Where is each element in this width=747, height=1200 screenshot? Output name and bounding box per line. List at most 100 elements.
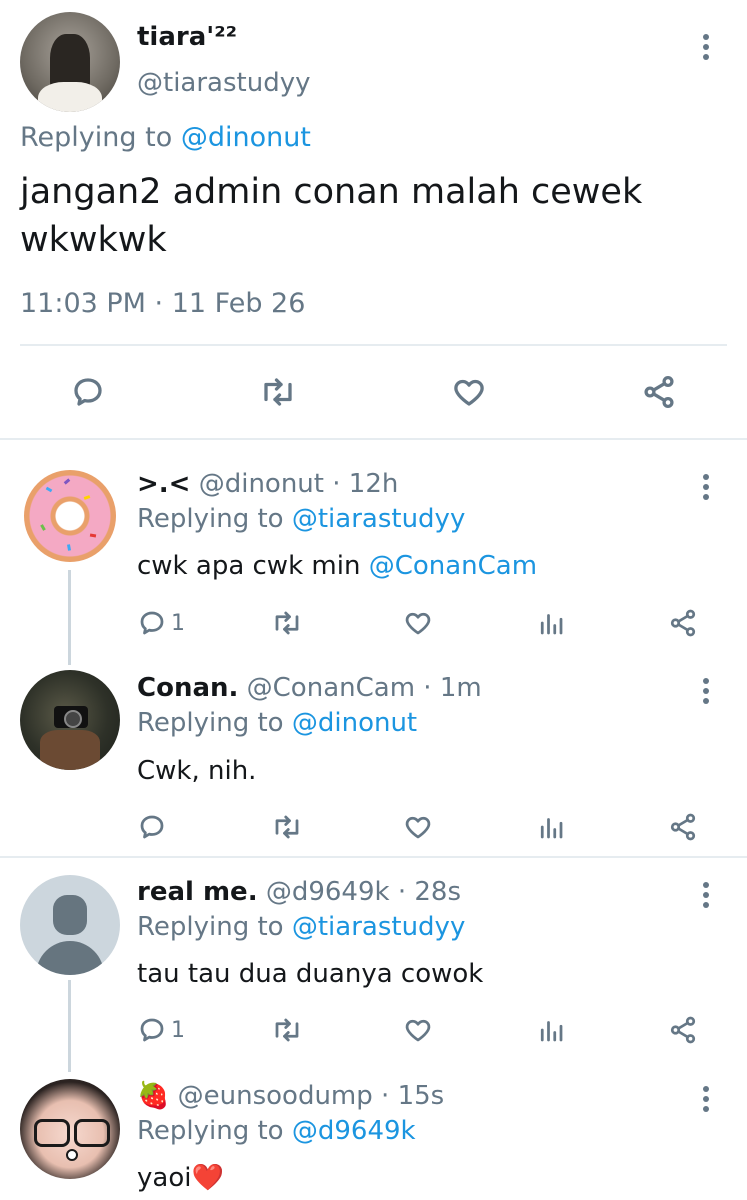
heart-emoji: ❤️ (191, 1163, 224, 1193)
more-icon[interactable] (702, 474, 710, 500)
replying-line: Replying to @tiarastudyy (137, 504, 465, 534)
like-button[interactable] (402, 608, 434, 638)
main-timestamp: 11:03 PM · 11 Feb 26 (20, 288, 306, 319)
main-replying-line: Replying to @dinonut (20, 122, 311, 153)
reply-button[interactable]: 1 (137, 608, 185, 638)
retweet-button[interactable] (270, 1015, 304, 1045)
more-icon[interactable] (702, 882, 710, 908)
share-icon (670, 1016, 696, 1044)
thread-line (68, 980, 71, 1072)
time: · 15s (381, 1081, 445, 1111)
handle[interactable]: @eunsoodump (178, 1081, 373, 1111)
like-button[interactable] (402, 812, 434, 842)
glasses-icon (34, 1119, 70, 1147)
reply-count: 1 (171, 610, 185, 636)
section-divider (0, 856, 747, 858)
avatar-eunsoo[interactable] (20, 1079, 120, 1179)
reply-body: cwk apa cwk min (137, 551, 361, 581)
replying-line: Replying to @dinonut (137, 708, 417, 738)
reply-text: tau tau dua duanya cowok (137, 959, 484, 989)
reply-button[interactable]: 1 (137, 1015, 185, 1045)
like-icon (405, 612, 431, 635)
reply-icon (74, 378, 102, 406)
main-tweet-text-line1: jangan2 admin conan malah cewek (20, 172, 643, 212)
replying-label: Replying to (137, 504, 284, 534)
reply-count: 1 (171, 1017, 185, 1043)
share-button[interactable] (640, 374, 678, 410)
reply-icon (140, 815, 164, 839)
handle[interactable]: @d9649k (266, 877, 390, 907)
avatar-dinonut[interactable] (20, 466, 120, 566)
like-icon (405, 1019, 431, 1042)
share-icon (670, 813, 696, 841)
time: · 1m (423, 673, 482, 703)
more-icon[interactable] (702, 678, 710, 704)
more-icon[interactable] (702, 1086, 710, 1112)
display-name[interactable]: 🍓 (137, 1081, 169, 1111)
more-icon[interactable] (702, 34, 710, 60)
reply-header: Conan. @ConanCam · 1m (137, 673, 482, 703)
replying-line: Replying to @d9649k (137, 1116, 416, 1146)
display-name[interactable]: >.< (137, 469, 190, 499)
retweet-button[interactable] (270, 608, 304, 638)
retweet-icon (275, 611, 299, 635)
avatar-tiara[interactable] (20, 12, 120, 112)
replying-label: Replying to (137, 708, 284, 738)
like-icon (454, 379, 484, 406)
replying-handle[interactable]: @tiarastudyy (292, 504, 465, 534)
handle[interactable]: @ConanCam (247, 673, 415, 703)
analytics-button[interactable] (536, 1015, 566, 1045)
display-name[interactable]: real me. (137, 877, 258, 907)
main-tweet-text-line2: wkwkwk (20, 220, 167, 260)
replying-handle[interactable]: @d9649k (292, 1116, 416, 1146)
retweet-icon (275, 815, 299, 839)
replying-handle[interactable]: @tiarastudyy (292, 912, 465, 942)
mention-link[interactable]: @ConanCam (369, 551, 537, 581)
like-button[interactable] (402, 1015, 434, 1045)
reply-icon (140, 611, 164, 635)
time: · 12h (332, 469, 399, 499)
handle[interactable]: @dinonut (199, 469, 324, 499)
section-divider (0, 438, 747, 440)
retweet-icon (264, 378, 292, 406)
analytics-button[interactable] (536, 608, 566, 638)
reply-text: Cwk, nih. (137, 756, 257, 786)
display-name[interactable]: Conan. (137, 673, 238, 703)
time: · 28s (397, 877, 462, 907)
share-icon (644, 375, 674, 409)
reply-header: real me. @d9649k · 28s (137, 877, 461, 907)
retweet-icon (275, 1018, 299, 1042)
retweet-button[interactable] (258, 374, 298, 410)
reply-body: yaoi (137, 1163, 192, 1193)
analytics-icon (540, 1021, 563, 1042)
avatar-shirt (38, 82, 102, 112)
analytics-button[interactable] (536, 812, 566, 842)
avatar-realme[interactable] (20, 875, 120, 975)
avatar-conan[interactable] (20, 670, 120, 770)
analytics-icon (540, 614, 563, 635)
main-handle[interactable]: @tiarastudyy (137, 68, 310, 98)
reply-text: yaoi❤️ (137, 1163, 224, 1193)
thread-line (68, 570, 71, 665)
share-button[interactable] (667, 1015, 699, 1045)
replying-handle[interactable]: @dinonut (292, 708, 417, 738)
like-button[interactable] (450, 374, 488, 410)
analytics-icon (540, 818, 563, 839)
reply-icon (140, 1018, 164, 1042)
like-icon (405, 816, 431, 839)
reply-header: 🍓 @eunsoodump · 15s (137, 1081, 444, 1111)
reply-header: >.< @dinonut · 12h (137, 469, 398, 499)
default-avatar-icon (53, 895, 87, 935)
main-display-name[interactable]: tiara'²² (137, 22, 237, 52)
share-button[interactable] (667, 608, 699, 638)
share-button[interactable] (667, 812, 699, 842)
replying-line: Replying to @tiarastudyy (137, 912, 465, 942)
reply-text: cwk apa cwk min @ConanCam (137, 551, 537, 581)
reply-button[interactable] (70, 374, 106, 410)
replying-handle[interactable]: @dinonut (181, 122, 311, 153)
main-actions-divider (20, 344, 727, 346)
replying-label: Replying to (137, 912, 284, 942)
reply-button[interactable] (137, 812, 167, 842)
retweet-button[interactable] (270, 812, 304, 842)
replying-label: Replying to (137, 1116, 284, 1146)
